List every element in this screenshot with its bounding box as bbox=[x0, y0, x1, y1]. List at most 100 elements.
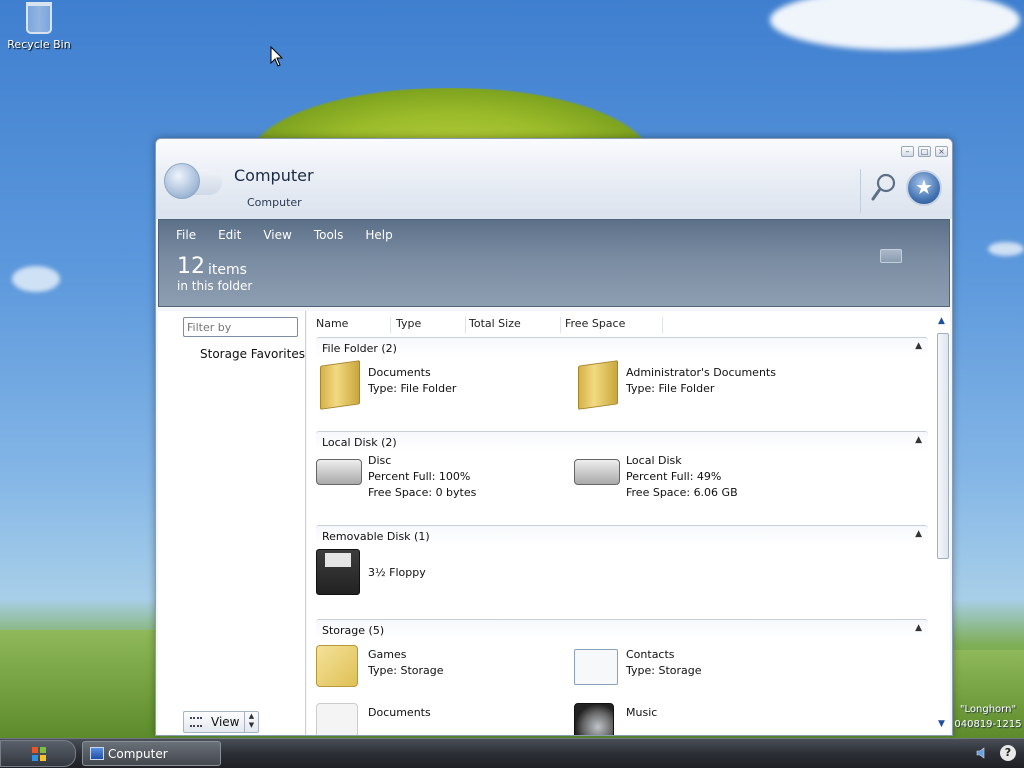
windows-flag-icon bbox=[32, 747, 46, 761]
minimize-button[interactable]: – bbox=[901, 146, 914, 157]
watermark-line: "Longhorn" bbox=[959, 704, 1017, 715]
scroll-thumb[interactable] bbox=[937, 333, 949, 559]
group-header[interactable]: File Folder (2) ▲ bbox=[316, 337, 928, 357]
mouse-cursor-icon bbox=[270, 46, 284, 67]
taskbar-item-computer[interactable]: Computer bbox=[82, 741, 221, 766]
close-button[interactable]: × bbox=[935, 146, 948, 157]
grass bbox=[0, 630, 160, 740]
title-bar: Computer Computer – □ × ★ bbox=[156, 139, 952, 219]
list-item[interactable]: Games Type: Storage bbox=[316, 645, 566, 695]
help-icon[interactable]: ? bbox=[1000, 745, 1016, 761]
item-name: Contacts bbox=[626, 648, 675, 661]
column-type[interactable]: Type bbox=[396, 317, 466, 333]
item-count-subtitle: in this folder bbox=[177, 279, 253, 293]
view-button-label: View bbox=[211, 715, 240, 729]
hard-disk-icon bbox=[316, 459, 362, 485]
build-watermark: "Longhorn" 040819-1215 bbox=[954, 702, 1022, 732]
column-name[interactable]: Name bbox=[316, 317, 391, 333]
windows-disk-icon bbox=[574, 459, 620, 485]
left-pane: Storage Favorites View ▲▼ bbox=[158, 311, 306, 735]
item-name: Administrator's Documents bbox=[626, 366, 776, 379]
preview-pane-icon[interactable] bbox=[880, 249, 902, 263]
scroll-up-icon[interactable]: ▲ bbox=[938, 316, 945, 326]
list-item[interactable]: Contacts Type: Storage bbox=[574, 645, 824, 695]
group-header[interactable]: Removable Disk (1) ▲ bbox=[316, 525, 928, 545]
taskbar-item-label: Computer bbox=[108, 747, 168, 761]
group-label: Local Disk (2) bbox=[322, 436, 397, 449]
item-text: Documents Type: File Folder bbox=[368, 365, 456, 397]
item-count-word: items bbox=[208, 262, 247, 278]
games-icon bbox=[316, 645, 358, 687]
item-detail: Type: File Folder bbox=[368, 382, 457, 395]
floppy-icon bbox=[316, 549, 360, 595]
taskbar: Computer ? bbox=[0, 738, 1024, 768]
folder-icon bbox=[578, 360, 618, 410]
item-detail: Free Space: 0 bytes bbox=[368, 486, 477, 499]
item-detail: Type: Storage bbox=[368, 664, 444, 677]
view-spinner-icon[interactable]: ▲ ▼ bbox=[244, 712, 258, 732]
collapse-icon[interactable]: ▲ bbox=[915, 435, 922, 445]
window-title: Computer bbox=[234, 166, 314, 185]
item-text: Contacts Type: Storage bbox=[626, 647, 702, 679]
explorer-window: Computer Computer – □ × ★ File Edit View… bbox=[155, 138, 953, 736]
list-item[interactable]: Disc Percent Full: 100% Free Space: 0 by… bbox=[316, 451, 566, 505]
breadcrumb[interactable]: Computer bbox=[247, 196, 302, 209]
item-text: Games Type: Storage bbox=[368, 647, 444, 679]
list-item[interactable]: 3½ Floppy bbox=[316, 549, 566, 599]
menu-file[interactable]: File bbox=[176, 228, 196, 242]
back-button[interactable] bbox=[164, 163, 200, 199]
search-icon[interactable] bbox=[871, 172, 897, 202]
menu-tools[interactable]: Tools bbox=[314, 228, 344, 242]
vertical-scrollbar[interactable]: ▲ ▼ bbox=[935, 315, 950, 731]
star-icon: ★ bbox=[915, 175, 933, 199]
music-icon bbox=[574, 703, 614, 735]
computer-icon bbox=[90, 747, 104, 760]
item-name: 3½ Floppy bbox=[368, 566, 426, 579]
group-header[interactable]: Storage (5) ▲ bbox=[316, 619, 928, 639]
cloud bbox=[988, 242, 1024, 256]
cloud bbox=[770, 0, 1020, 50]
maximize-button[interactable]: □ bbox=[918, 146, 931, 157]
list-item[interactable]: Documents bbox=[316, 703, 566, 735]
group-label: Storage (5) bbox=[322, 624, 385, 637]
column-total-size[interactable]: Total Size bbox=[469, 317, 561, 333]
menu-view[interactable]: View bbox=[263, 228, 291, 242]
view-list-icon bbox=[190, 717, 202, 727]
volume-icon[interactable] bbox=[976, 746, 990, 760]
start-button[interactable] bbox=[0, 740, 76, 767]
item-text: Music bbox=[626, 705, 657, 721]
storage-favorites-link[interactable]: Storage Favorites bbox=[200, 347, 305, 361]
column-free-space[interactable]: Free Space bbox=[565, 317, 663, 333]
collapse-icon[interactable]: ▲ bbox=[915, 341, 922, 351]
item-name: Local Disk bbox=[626, 454, 682, 467]
view-button[interactable]: View ▲ ▼ bbox=[183, 711, 259, 733]
item-detail: Free Space: 6.06 GB bbox=[626, 486, 738, 499]
favorites-star-button[interactable]: ★ bbox=[906, 170, 942, 206]
menu-help[interactable]: Help bbox=[365, 228, 392, 242]
list-item[interactable]: Music bbox=[574, 703, 824, 735]
documents-storage-icon bbox=[316, 703, 358, 735]
scroll-down-icon[interactable]: ▼ bbox=[938, 719, 945, 729]
item-detail: Type: File Folder bbox=[626, 382, 715, 395]
list-item[interactable]: Administrator's Documents Type: File Fol… bbox=[574, 360, 824, 413]
filter-input[interactable] bbox=[183, 317, 298, 337]
item-text: Administrator's Documents Type: File Fol… bbox=[626, 365, 776, 397]
list-item[interactable]: Local Disk Percent Full: 49% Free Space:… bbox=[574, 451, 824, 505]
group-header[interactable]: Local Disk (2) ▲ bbox=[316, 431, 928, 451]
menu-edit[interactable]: Edit bbox=[218, 228, 241, 242]
list-item[interactable]: Documents Type: File Folder bbox=[316, 360, 566, 413]
watermark-line: 040819-1215 bbox=[954, 719, 1022, 730]
recycle-bin-icon bbox=[26, 2, 52, 34]
recycle-bin-label: Recycle Bin bbox=[7, 38, 71, 51]
file-list-pane: Name Type Total Size Free Space File Fol… bbox=[307, 311, 950, 735]
item-name: Disc bbox=[368, 454, 392, 467]
item-name: Documents bbox=[368, 706, 431, 719]
item-name: Music bbox=[626, 706, 658, 719]
contacts-icon bbox=[574, 649, 618, 685]
recycle-bin-shortcut[interactable]: Recycle Bin bbox=[6, 2, 72, 51]
item-text: Disc Percent Full: 100% Free Space: 0 by… bbox=[368, 453, 476, 501]
collapse-icon[interactable]: ▲ bbox=[915, 623, 922, 633]
collapse-icon[interactable]: ▲ bbox=[915, 529, 922, 539]
item-text: Documents bbox=[368, 705, 431, 721]
item-detail: Type: Storage bbox=[626, 664, 702, 677]
